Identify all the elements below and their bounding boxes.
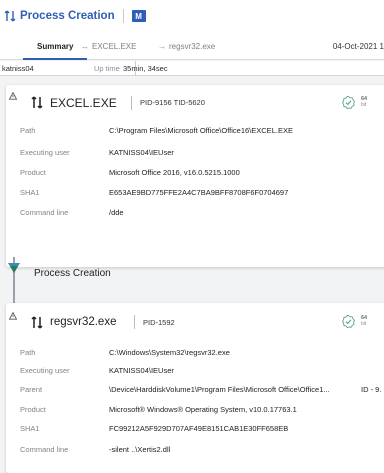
detail-row: SHA1 E653AE9BD775FFE2A4C7BA9BFF8708F6F07… — [6, 188, 384, 200]
tab-summary-label: Summary — [37, 41, 74, 51]
row-label: Product — [20, 168, 46, 177]
detail-row: Product Microsoft® Windows® Operating Sy… — [6, 405, 384, 417]
bits-unit: bit — [361, 102, 367, 108]
row-label: SHA1 — [20, 188, 40, 197]
row-label: Command line — [20, 445, 69, 454]
mitre-badge[interactable]: M — [131, 10, 146, 22]
card-header: EXCEL.EXE PID-9156 TID-5620 64 bit — [6, 85, 384, 121]
architecture-badge: 64 bit — [361, 96, 367, 108]
row-label: SHA1 — [20, 424, 40, 433]
process-ids: PID-1592 — [143, 318, 175, 327]
bits-unit: bit — [361, 321, 367, 327]
parent-id: ID - 9. — [361, 385, 382, 394]
row-value[interactable]: KATNISS04\IEUser — [109, 148, 174, 157]
uptime-value: 35min, 34sec — [123, 64, 168, 73]
row-value[interactable]: /dde — [109, 208, 124, 217]
detail-row: SHA1 FC99212A5F929D707AF49E8151CAB1E30FF… — [6, 424, 384, 436]
tab-bar: Summary ↔ EXCEL.EXE → regsvr32.exe 04-Oc… — [0, 32, 384, 60]
tab-regsvr32[interactable]: → regsvr32.exe — [158, 32, 215, 60]
timeline-arrow-icon — [7, 257, 21, 277]
uptime-label: Up time — [94, 64, 120, 73]
row-value[interactable]: FC99212A5F929D707AF49E8151CAB1E30FF658EB — [109, 424, 288, 433]
detail-row: Executing user KATNISS04\IEUser — [6, 148, 384, 160]
detail-row: Parent \Device\HarddiskVolume1\Program F… — [6, 385, 384, 397]
row-label: Executing user — [20, 148, 70, 157]
header-bar: Process Creation M — [0, 0, 384, 32]
process-arrow-icon: → — [158, 41, 166, 51]
row-value[interactable]: Microsoft Office 2016, v16.0.5215.1000 — [109, 168, 240, 177]
row-label: Path — [20, 126, 36, 135]
row-label: Executing user — [20, 366, 70, 375]
verified-check-icon — [342, 314, 355, 329]
user-bar: katniss04 Up time 35min, 34sec — [0, 61, 384, 76]
row-value[interactable]: \Device\HarddiskVolume1\Program Files\Mi… — [109, 385, 330, 394]
detail-row: Path C:\Windows\System32\regsvr32.exe — [6, 348, 384, 360]
row-value[interactable]: Microsoft® Windows® Operating System, v1… — [109, 405, 297, 414]
architecture-badge: 64 bit — [361, 315, 367, 327]
process-name: EXCEL.EXE — [50, 96, 117, 110]
row-label: Product — [20, 405, 46, 414]
process-tree-icon — [4, 10, 16, 22]
row-value[interactable]: KATNISS04\IEUser — [109, 366, 174, 375]
detail-row: Command line /dde — [6, 208, 384, 220]
tab-summary[interactable]: Summary — [22, 32, 89, 60]
detail-row: Command line -silent ..\Xertis2.dll — [6, 445, 384, 457]
process-name: regsvr32.exe — [50, 316, 117, 328]
tab-excel-label: EXCEL.EXE — [92, 41, 137, 51]
row-value[interactable]: -silent ..\Xertis2.dll — [109, 445, 170, 454]
event-date: 04-Oct-2021 1 — [332, 41, 384, 51]
process-ids: PID-9156 TID-5620 — [140, 98, 205, 107]
detail-row: Path C:\Program Files\Microsoft Office\O… — [6, 126, 384, 138]
process-card-regsvr32[interactable]: regsvr32.exe PID-1592 64 bit Path C:\Win… — [6, 303, 384, 473]
row-label: Path — [20, 348, 36, 357]
row-label: Parent — [20, 385, 43, 394]
process-card-excel[interactable]: EXCEL.EXE PID-9156 TID-5620 64 bit Path … — [6, 85, 384, 267]
divider — [131, 96, 132, 110]
card-header: regsvr32.exe PID-1592 64 bit — [6, 303, 384, 339]
tab-regsvr32-label: regsvr32.exe — [169, 41, 216, 51]
row-value[interactable]: E653AE9BD775FFE2A4C7BA9BFF8708F6F0704697 — [109, 188, 288, 197]
machine-user: katniss04 — [2, 64, 34, 73]
row-value[interactable]: C:\Program Files\Microsoft Office\Office… — [109, 126, 293, 135]
detail-row: Product Microsoft Office 2016, v16.0.521… — [6, 168, 384, 180]
tab-excel[interactable]: ↔ EXCEL.EXE — [81, 32, 136, 60]
page-title: Process Creation — [20, 10, 115, 22]
divider — [122, 9, 124, 23]
process-icon — [31, 96, 44, 109]
detail-row: Executing user KATNISS04\IEUser — [6, 366, 384, 378]
process-icon — [31, 316, 44, 329]
timeline-event-label: Process Creation — [34, 268, 111, 279]
verified-check-icon — [342, 95, 355, 110]
row-value[interactable]: C:\Windows\System32\regsvr32.exe — [109, 348, 230, 357]
process-arrow-icon: ↔ — [81, 41, 89, 51]
row-label: Command line — [20, 208, 69, 217]
divider — [134, 315, 135, 329]
